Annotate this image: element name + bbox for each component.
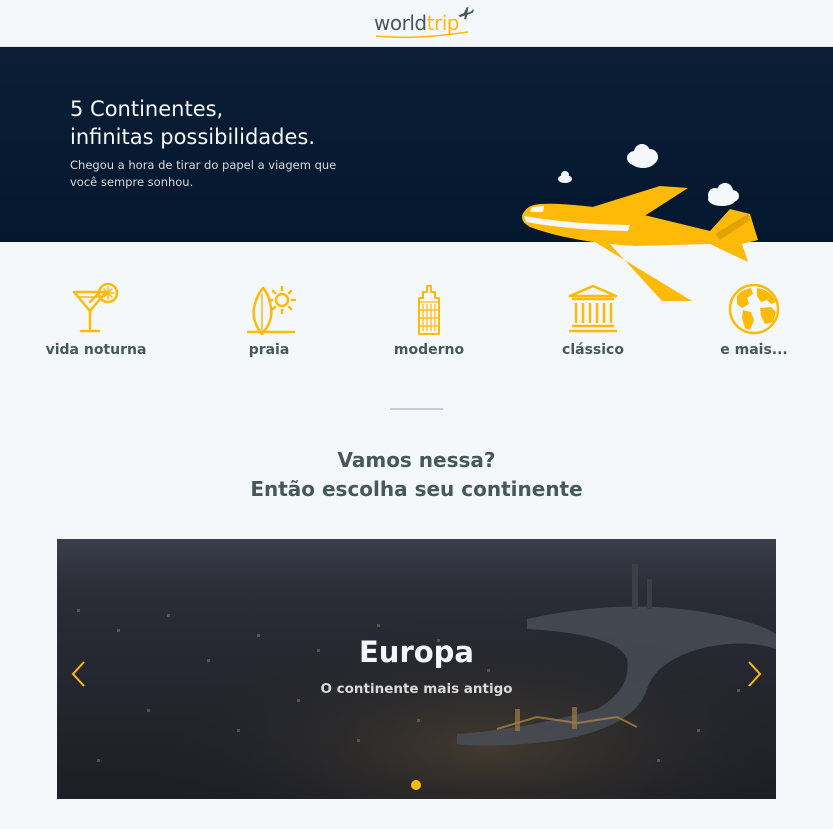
continent-cta-heading: Vamos nessa? Então escolha seu continent…: [0, 446, 833, 504]
travel-type-moderno[interactable]: moderno: [369, 282, 489, 358]
airplane-icon: [458, 7, 474, 20]
slider-pagination-dot[interactable]: [411, 780, 421, 790]
travel-type-label: vida noturna: [45, 342, 147, 358]
continent-slider[interactable]: Europa O continente mais antigo: [57, 539, 776, 799]
section-divider: [390, 408, 443, 410]
cloud-icon: [627, 144, 658, 168]
travel-type-label: e mais...: [720, 342, 788, 358]
surf-sun-icon: [246, 285, 296, 336]
banner-title-line2: infinitas possibilidades.: [70, 125, 316, 149]
travel-type-label: moderno: [393, 342, 465, 358]
airplane-illustration: [522, 144, 758, 301]
chevron-right-icon[interactable]: [744, 659, 764, 689]
hero-banner: 5 Continentes, infinitas possibilidades.…: [0, 47, 833, 301]
travel-type-vida-noturna[interactable]: vida noturna: [36, 282, 156, 358]
travel-type-classico[interactable]: clássico: [533, 282, 653, 358]
cloud-icon: [558, 171, 572, 183]
slide-background-image: [57, 539, 776, 799]
travel-type-label: clássico: [562, 342, 624, 358]
logo-swoosh: [375, 31, 469, 39]
cocktail-icon: [72, 282, 119, 333]
banner-title-line1: 5 Continentes,: [70, 97, 224, 121]
travel-types: vida noturna praia moderno clássico e ma…: [0, 282, 833, 372]
slide-subtitle: O continente mais antigo: [320, 681, 513, 697]
banner-title: 5 Continentes, infinitas possibilidades.: [70, 95, 390, 151]
slide-title: Europa: [358, 635, 474, 669]
travel-type-praia[interactable]: praia: [209, 282, 329, 358]
cta-line1: Vamos nessa?: [337, 448, 496, 472]
site-header: world trip: [0, 0, 833, 47]
travel-type-e-mais[interactable]: e mais...: [694, 282, 814, 358]
building-icon: [418, 285, 440, 335]
museum-icon: [568, 284, 618, 333]
banner-subtitle: Chegou a hora de tirar do papel a viagem…: [70, 158, 337, 189]
globe-icon: [728, 283, 780, 335]
chevron-left-icon[interactable]: [69, 659, 89, 689]
cloud-icon: [528, 243, 559, 267]
travel-type-label: praia: [248, 342, 290, 358]
logo[interactable]: world trip: [374, 7, 474, 39]
cloud-icon: [708, 183, 739, 206]
cta-line2: Então escolha seu continente: [250, 477, 583, 501]
